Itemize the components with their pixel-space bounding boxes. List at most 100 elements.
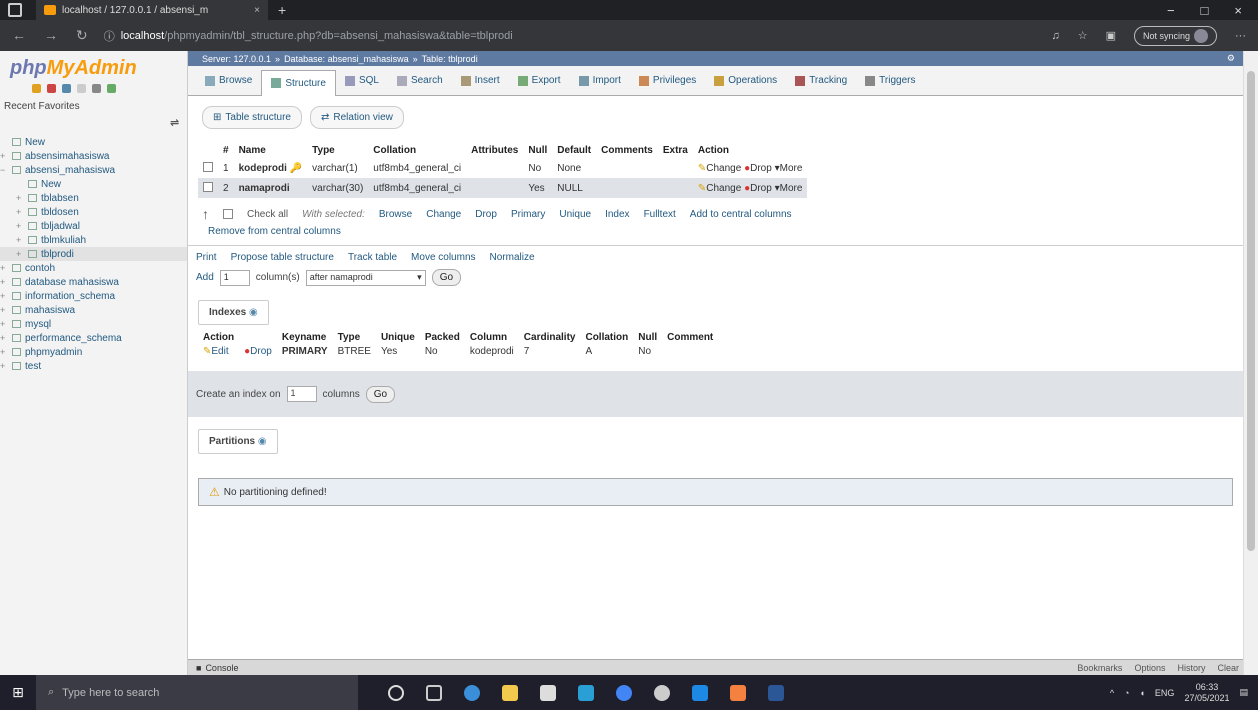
track-table-link[interactable]: Track table	[348, 252, 397, 263]
expand-icon[interactable]: +	[16, 235, 28, 245]
check-all-checkbox[interactable]	[223, 209, 233, 219]
docs-icon[interactable]	[77, 84, 86, 93]
remove-central-columns-button[interactable]: Remove from central columns	[208, 226, 1243, 237]
console-bookmarks-link[interactable]: Bookmarks	[1077, 663, 1122, 673]
store-icon[interactable]	[540, 684, 556, 701]
close-window-icon[interactable]: ×	[1234, 3, 1242, 18]
tab-privileges[interactable]: Privileges	[630, 72, 705, 89]
tab-close-icon[interactable]: ×	[254, 5, 260, 16]
forward-icon[interactable]: →	[44, 27, 58, 44]
network-icon[interactable]: ◔	[1124, 688, 1129, 698]
volume-icon[interactable]: ◖	[1139, 688, 1144, 698]
cortana-icon[interactable]	[388, 684, 404, 701]
console-options-link[interactable]: Options	[1134, 663, 1165, 673]
new-tab-button[interactable]: +	[278, 2, 286, 18]
row-checkbox[interactable]	[203, 181, 213, 192]
expand-icon[interactable]: +	[16, 207, 28, 217]
tab-browse[interactable]: Browse	[196, 72, 261, 89]
tree-node[interactable]: + tblmkuliah	[0, 233, 187, 247]
console-clear-link[interactable]: Clear	[1217, 663, 1239, 673]
tree-node[interactable]: + contoh	[0, 261, 187, 275]
drop-button[interactable]: Drop	[750, 183, 772, 194]
sync-button[interactable]: Not syncing	[1133, 25, 1217, 46]
create-index-count-input[interactable]: 1	[286, 386, 317, 402]
expand-icon[interactable]: +	[0, 361, 12, 371]
tab-insert[interactable]: Insert	[452, 72, 509, 89]
tree-node[interactable]: + information_schema	[0, 289, 187, 303]
expand-icon[interactable]: +	[16, 249, 28, 259]
logout-icon[interactable]	[47, 84, 56, 93]
tab-search[interactable]: Search	[388, 72, 452, 89]
add-columns-go-button[interactable]: Go	[431, 269, 462, 286]
window-menu-icon[interactable]	[8, 3, 22, 17]
lang-indicator[interactable]: ENG	[1155, 688, 1175, 698]
index-drop-button[interactable]: Drop	[250, 346, 272, 357]
help-icon[interactable]: ◉	[249, 307, 258, 318]
info-icon[interactable]: ⓘ	[104, 28, 115, 44]
bulk-index-button[interactable]: Index	[605, 209, 629, 220]
bulk-change-button[interactable]: Change	[426, 209, 461, 220]
tab-operations[interactable]: Operations	[705, 72, 786, 89]
tree-node[interactable]: + mysql	[0, 317, 187, 331]
tab-import[interactable]: Import	[570, 72, 630, 89]
tree-node[interactable]: New	[0, 177, 187, 191]
bulk-drop-button[interactable]: Drop	[475, 209, 497, 220]
console-history-link[interactable]: History	[1177, 663, 1205, 673]
print-link[interactable]: Print	[196, 252, 217, 263]
breadcrumb-table[interactable]: Table: tblprodi	[422, 54, 478, 64]
tree-node[interactable]: + test	[0, 359, 187, 373]
phpmyadmin-logo[interactable]: phpMyAdmin	[0, 51, 187, 80]
tree-node[interactable]: + tblprodi	[0, 247, 187, 261]
bulk-unique-button[interactable]: Unique	[559, 209, 591, 220]
minimize-icon[interactable]: −	[1167, 3, 1175, 18]
link-collapse-icon[interactable]: ⇌	[170, 116, 187, 129]
tree-node[interactable]: + absensimahasiswa	[0, 149, 187, 163]
tray-chevron-icon[interactable]: ^	[1110, 688, 1114, 698]
expand-icon[interactable]: +	[0, 347, 12, 357]
tree-node[interactable]: + database mahasiswa	[0, 275, 187, 289]
expand-icon[interactable]: +	[0, 319, 12, 329]
expand-icon[interactable]: +	[16, 193, 28, 203]
file-explorer-icon[interactable]	[502, 684, 518, 701]
scrollbar-thumb[interactable]	[1247, 71, 1255, 551]
drop-button[interactable]: Drop	[750, 163, 772, 174]
expand-icon[interactable]: +	[0, 291, 12, 301]
expand-icon[interactable]: +	[0, 305, 12, 315]
breadcrumb-server[interactable]: Server: 127.0.0.1	[202, 54, 271, 64]
index-edit-button[interactable]: Edit	[211, 346, 228, 357]
recent-favorites-tabs[interactable]: Recent Favorites	[4, 101, 187, 112]
tab-triggers[interactable]: Triggers	[856, 72, 924, 89]
tree-node[interactable]: + tbljadwal	[0, 219, 187, 233]
vscode-icon[interactable]	[692, 684, 708, 701]
settings-icon[interactable]	[92, 84, 101, 93]
bulk-fulltext-button[interactable]: Fulltext	[644, 209, 676, 220]
propose-structure-link[interactable]: Propose table structure	[231, 252, 334, 263]
expand-icon[interactable]: +	[0, 263, 12, 273]
check-all-label[interactable]: Check all	[247, 209, 288, 220]
tree-node[interactable]: New	[0, 135, 187, 149]
tab-structure[interactable]: Structure	[261, 69, 336, 96]
word-icon[interactable]	[768, 684, 784, 701]
more-button[interactable]: More	[780, 183, 803, 194]
notifications-icon[interactable]: ▤	[1239, 687, 1248, 698]
console-bar[interactable]: ■ Console Bookmarks Options History Clea…	[188, 659, 1243, 675]
tab-table-structure[interactable]: ⊞ Table structure	[202, 106, 302, 129]
tab-relation-view[interactable]: ⇄ Relation view	[309, 106, 404, 129]
favorites-star-icon[interactable]: ☆	[1078, 29, 1088, 42]
bulk-browse-button[interactable]: Browse	[379, 209, 412, 220]
back-icon[interactable]: ←	[12, 27, 26, 44]
url-field[interactable]: ⓘ localhost /phpmyadmin/tbl_structure.ph…	[104, 28, 513, 44]
maximize-icon[interactable]: □	[1201, 3, 1209, 18]
breadcrumb-database[interactable]: Database: absensi_mahasiswa	[284, 54, 409, 64]
tree-node[interactable]: − absensi_mahasiswa	[0, 163, 187, 177]
edge-icon[interactable]	[464, 684, 480, 701]
settings-gear-icon[interactable]	[654, 684, 670, 701]
chrome-icon[interactable]	[616, 684, 632, 701]
tree-node[interactable]: + performance_schema	[0, 331, 187, 345]
console-label[interactable]: Console	[205, 663, 238, 673]
tree-node[interactable]: + tbldosen	[0, 205, 187, 219]
collections-icon[interactable]: ▣	[1106, 29, 1116, 42]
expand-icon[interactable]: −	[0, 165, 12, 175]
tab-sql[interactable]: SQL	[336, 72, 388, 89]
tree-node[interactable]: + mahasiswa	[0, 303, 187, 317]
